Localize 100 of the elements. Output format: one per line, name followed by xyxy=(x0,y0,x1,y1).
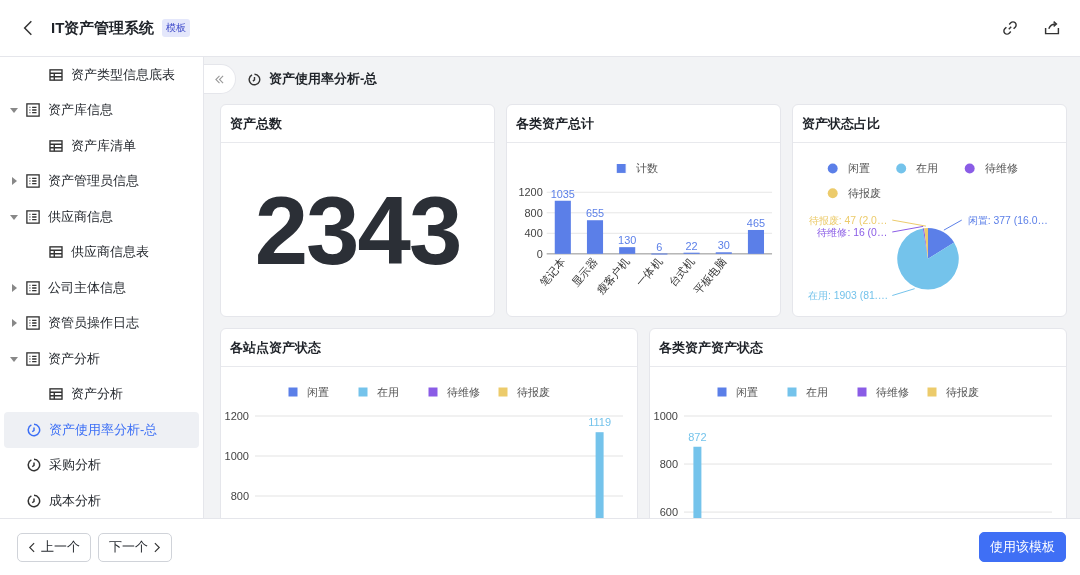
share-icon[interactable] xyxy=(1044,20,1060,36)
caret-icon[interactable] xyxy=(10,212,18,221)
axis-label: 一体机 xyxy=(633,255,665,289)
total-count: 2343 xyxy=(254,175,461,286)
sidebar-item[interactable]: 公司主体信息 xyxy=(4,270,199,306)
legend-item: 待维修 xyxy=(964,162,1018,175)
leader-line xyxy=(943,219,963,231)
sidebar-item[interactable]: 资产分析 xyxy=(4,376,199,412)
legend-label: 在用 xyxy=(916,162,939,175)
data-label: 1119 xyxy=(588,416,611,429)
sidebar-item[interactable]: 资产库信息 xyxy=(4,92,199,128)
card-title: 各站点资产状态 xyxy=(221,329,637,367)
page-title: 资产使用率分析-总 xyxy=(269,70,378,88)
axis-label: 1200 xyxy=(224,410,249,422)
next-button[interactable]: 下一个 xyxy=(98,532,172,562)
axis-label: 800 xyxy=(659,458,678,471)
table-icon xyxy=(49,139,63,152)
sidebar-item[interactable]: 资产类型信息底表 xyxy=(4,57,199,93)
legend-label: 待报废 xyxy=(517,386,550,398)
caret-icon[interactable] xyxy=(10,283,18,292)
legend-label: 待报废 xyxy=(946,386,979,398)
clock-icon xyxy=(27,422,41,437)
previous-button[interactable]: 上一个 xyxy=(17,532,91,562)
slice-label: 待报废: 47 (2.0… xyxy=(808,215,888,227)
legend-label: 待维修 xyxy=(876,386,909,398)
bar xyxy=(619,247,636,254)
sidebar-item[interactable]: 供应商信息表 xyxy=(4,234,199,270)
data-label: 6 xyxy=(656,240,663,253)
sidebar-item[interactable]: 资产管理员信息 xyxy=(4,163,199,199)
list-icon xyxy=(26,280,40,295)
legend-item: 待报废 xyxy=(497,386,550,398)
legend-item: 待报废 xyxy=(926,386,979,398)
double-chevron-icon xyxy=(214,74,225,84)
slice-label: 待维修: 16 (0… xyxy=(817,226,888,238)
list-icon xyxy=(26,316,40,331)
list-icon xyxy=(26,209,40,224)
axis-label: 800 xyxy=(524,206,543,219)
data-label: 1035 xyxy=(550,187,575,200)
legend-label: 待报废 xyxy=(847,187,881,200)
chevron-left-icon xyxy=(28,541,35,553)
table-icon xyxy=(49,388,63,401)
list-icon xyxy=(26,103,40,118)
slice-label: 闲置: 377 (16.0… xyxy=(967,215,1048,227)
axis-label: 600 xyxy=(659,506,678,518)
data-label: 465 xyxy=(746,217,766,229)
legend-item: 闲置 xyxy=(716,386,758,398)
card-title: 各类资产总计 xyxy=(507,105,780,143)
link-icon[interactable] xyxy=(1002,20,1018,36)
clock-icon xyxy=(27,493,41,508)
use-template-button[interactable]: 使用该模板 xyxy=(979,532,1066,562)
legend-item: 在用 xyxy=(357,386,399,398)
caret-icon[interactable] xyxy=(10,106,18,115)
legend-item: 计数 xyxy=(615,162,659,175)
clock-icon xyxy=(248,72,261,86)
legend-label: 闲置 xyxy=(736,386,758,398)
legend-item: 待维修 xyxy=(856,386,909,398)
sidebar-item[interactable]: 资管员操作日志 xyxy=(4,305,199,341)
data-label: 872 xyxy=(688,430,707,443)
bar xyxy=(586,220,604,254)
back-icon[interactable] xyxy=(23,20,33,36)
legend-label: 闲置 xyxy=(847,162,870,175)
sidebar-item[interactable]: 资产分析 xyxy=(4,341,199,377)
axis-label: 0 xyxy=(536,247,543,260)
data-label: 30 xyxy=(717,239,730,252)
sidebar-item[interactable]: 成本分析 xyxy=(4,483,199,518)
axis-label: 1000 xyxy=(653,410,678,422)
clock-icon xyxy=(27,458,41,473)
legend-label: 在用 xyxy=(806,386,828,398)
chevron-right-icon xyxy=(154,541,161,553)
card-title: 各类资产资产状态 xyxy=(650,329,1066,367)
legend-label: 计数 xyxy=(636,162,659,175)
bar xyxy=(747,230,764,254)
legend-label: 在用 xyxy=(377,386,399,398)
axis-label: 1200 xyxy=(518,186,543,199)
app-title: IT资产管理系统 xyxy=(51,18,155,38)
legend-label: 待维修 xyxy=(447,386,480,398)
leader-line xyxy=(891,288,916,296)
list-icon xyxy=(26,351,40,366)
legend-item: 在用 xyxy=(786,386,828,398)
sidebar-item[interactable]: 供应商信息 xyxy=(4,199,199,235)
legend-item: 闲置 xyxy=(827,162,870,175)
axis-label: 400 xyxy=(524,227,543,240)
caret-icon[interactable] xyxy=(10,354,18,363)
caret-icon[interactable] xyxy=(10,177,18,186)
sidebar-item[interactable]: 资产使用率分析-总 xyxy=(4,412,199,448)
list-icon xyxy=(26,174,40,189)
caret-icon[interactable] xyxy=(10,319,18,328)
legend-label: 待维修 xyxy=(984,162,1018,175)
sidebar-item[interactable]: 采购分析 xyxy=(4,447,199,483)
legend-item: 在用 xyxy=(896,162,939,175)
legend-label: 闲置 xyxy=(307,386,329,398)
legend-item: 闲置 xyxy=(287,386,329,398)
bar xyxy=(693,446,702,518)
legend-item: 待维修 xyxy=(427,386,480,398)
sidebar-item[interactable]: 资产库清单 xyxy=(4,128,199,164)
data-label: 22 xyxy=(685,239,698,252)
slice-label: 在用: 1903 (81.… xyxy=(807,290,889,302)
template-tag: 模板 xyxy=(162,19,191,37)
table-icon xyxy=(49,246,63,259)
axis-label: 1000 xyxy=(224,450,249,462)
